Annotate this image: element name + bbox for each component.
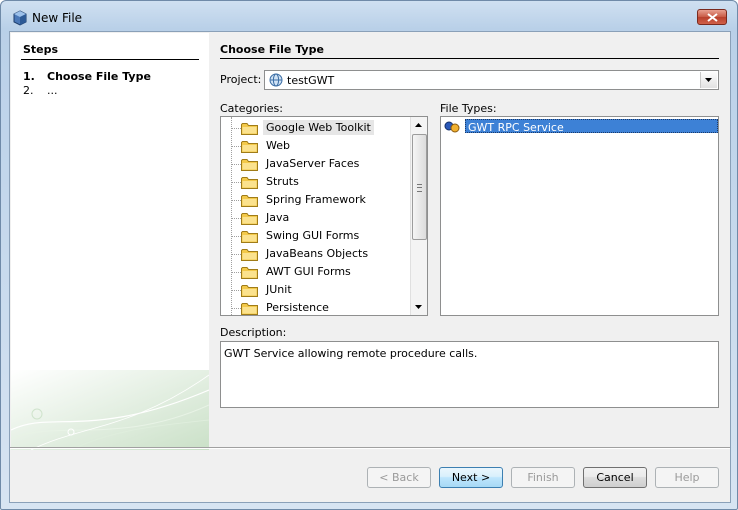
tree-item[interactable]: JUnit (221, 281, 411, 299)
tree-guide-line (231, 236, 241, 237)
page-title: Choose File Type (220, 43, 324, 56)
categories-label: Categories: (220, 102, 283, 115)
tree-item[interactable]: Struts (221, 173, 411, 191)
chevron-down-icon (705, 78, 712, 82)
folder-icon (241, 123, 258, 135)
folder-icon (241, 231, 258, 243)
tree-item-label: Persistence (266, 301, 329, 314)
description-area: GWT Service allowing remote procedure ca… (220, 341, 719, 408)
step-label: Choose File Type (47, 70, 151, 83)
help-button[interactable]: Help (655, 467, 719, 488)
tree-item[interactable]: Google Web Toolkit (221, 119, 411, 137)
step-label: ... (47, 84, 58, 97)
button-bar-divider-highlight (10, 448, 730, 449)
tree-item-label: JUnit (266, 283, 292, 296)
finish-button[interactable]: Finish (511, 467, 575, 488)
title-divider (220, 58, 719, 59)
folder-icon (241, 249, 258, 261)
categories-tree[interactable]: Google Web Toolkit Web JavaServer Faces Str… (220, 116, 428, 316)
tree-guide-line (231, 290, 241, 291)
tree-guide-line (231, 146, 241, 147)
tree-item-label: JavaServer Faces (266, 157, 360, 170)
tree-item[interactable]: Persistence (221, 299, 411, 315)
folder-icon (241, 267, 258, 279)
steps-panel: Steps 1. Choose File Type 2.... (11, 33, 209, 450)
tree-guide-line (231, 308, 241, 309)
steps-heading: Steps (23, 43, 59, 56)
tree-guide-line (231, 254, 241, 255)
dialog-client-area: Steps 1. Choose File Type 2.... Choose F… (9, 31, 731, 503)
arrow-down-icon (415, 305, 422, 309)
file-types-list[interactable]: GWT RPC Service (440, 116, 719, 316)
tree-item[interactable]: Spring Framework (221, 191, 411, 209)
tree-item-label: Web (266, 139, 290, 152)
tree-item[interactable]: AWT GUI Forms (221, 263, 411, 281)
cube-icon (13, 10, 27, 26)
step-number: 2. (23, 84, 34, 97)
folder-icon (241, 195, 258, 207)
folder-icon (241, 213, 258, 225)
tree-guide-line (231, 272, 241, 273)
folder-icon (241, 285, 258, 297)
steps-divider (21, 59, 199, 60)
tree-item-label: AWT GUI Forms (266, 265, 351, 278)
project-combobox[interactable]: testGWT (264, 70, 719, 90)
decorative-swirl-graphic (11, 370, 209, 450)
step-item-2: 2.... (23, 84, 58, 97)
tree-item[interactable]: Web (221, 137, 411, 155)
folder-icon (241, 159, 258, 171)
back-button[interactable]: < Back (367, 467, 431, 488)
cancel-button[interactable]: Cancel (583, 467, 647, 488)
tree-item-label: Swing GUI Forms (266, 229, 360, 242)
close-icon (707, 13, 718, 22)
tree-guide-line (231, 200, 241, 201)
folder-icon (241, 303, 258, 315)
grip-icon (417, 184, 422, 192)
tree-guide-line (231, 128, 241, 129)
arrow-up-icon (415, 123, 422, 127)
tree-item-label: Google Web Toolkit (263, 120, 374, 135)
tree-guide-line (231, 218, 241, 219)
file-types-label: File Types: (440, 102, 497, 115)
categories-scrollbar[interactable] (410, 117, 427, 315)
step-number: 1. (23, 70, 35, 83)
combobox-dropdown-button[interactable] (700, 72, 717, 88)
globe-icon (269, 73, 283, 87)
close-button[interactable] (697, 9, 727, 25)
gwt-rpc-icon (444, 121, 460, 133)
tree-item[interactable]: Java (221, 209, 411, 227)
tree-item[interactable]: JavaBeans Objects (221, 245, 411, 263)
new-file-dialog: New File Steps 1. Choose File Type 2.... (0, 0, 738, 510)
tree-item[interactable]: Swing GUI Forms (221, 227, 411, 245)
tree-item-label: JavaBeans Objects (266, 247, 369, 260)
tree-guide-line (231, 182, 241, 183)
title-bar[interactable]: New File (1, 1, 737, 33)
step-item-1: 1. Choose File Type (23, 70, 151, 83)
folder-icon (241, 177, 258, 189)
tree-item-label: Struts (266, 175, 299, 188)
window-title: New File (32, 11, 83, 25)
scroll-down-button[interactable] (411, 299, 427, 315)
tree-guide-line (231, 164, 241, 165)
list-item[interactable]: GWT RPC Service (441, 119, 718, 135)
scrollbar-thumb[interactable] (412, 134, 427, 240)
tree-item[interactable]: JavaServer Faces (221, 155, 411, 173)
project-label: Project: (220, 73, 262, 86)
next-button[interactable]: Next > (439, 467, 503, 488)
tree-item-label: Spring Framework (266, 193, 366, 206)
tree-item-label: Java (266, 211, 290, 224)
project-value: testGWT (287, 74, 335, 87)
folder-icon (241, 141, 258, 153)
scroll-up-button[interactable] (411, 117, 427, 133)
list-item-label: GWT RPC Service (465, 119, 718, 134)
description-label: Description: (220, 326, 287, 339)
